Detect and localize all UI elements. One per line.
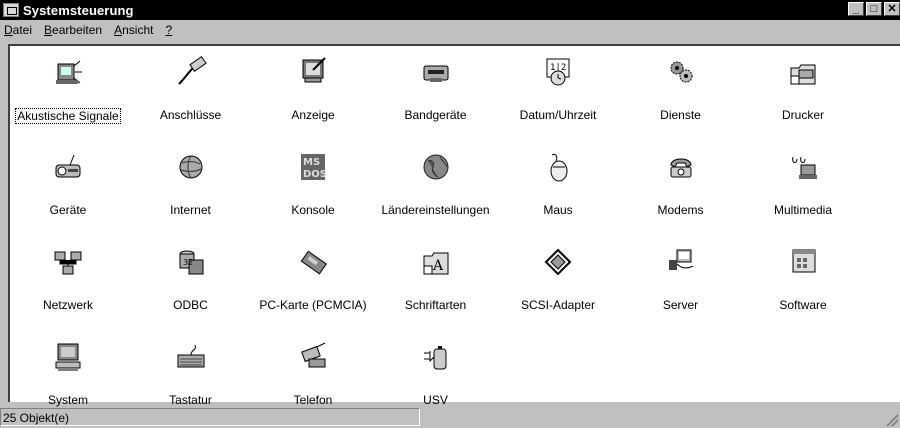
minimize-button[interactable]: _ [848,2,864,16]
control-panel-icon[interactable] [3,3,19,17]
control-panel-item-telefon[interactable]: Telefon [255,335,371,413]
item-label: Ländereinstellungen [381,203,490,217]
item-label: Bandgeräte [404,108,467,122]
title-bar[interactable]: Systemsteuerung _ □ ✕ [0,0,900,20]
calendar-clock-icon: 1|2 [542,56,574,88]
menu-help[interactable]: ? [159,23,178,37]
svg-text:A: A [432,258,444,274]
scsi-adapter-icon [542,246,574,278]
control-panel-item-multimedia[interactable]: Multimedia [745,145,861,223]
item-label: Datum/Uhrzeit [519,108,597,122]
modem-phone-icon [665,151,697,183]
item-label: Drucker [781,108,824,122]
control-panel-item-pc-karte-pcmcia[interactable]: PC-Karte (PCMCIA) [255,240,371,318]
control-panel-item-ländereinstellungen[interactable]: Ländereinstellungen [378,145,494,223]
odbc-database-icon: 32 [175,246,207,278]
server-icon [665,246,697,278]
internet-globe-icon [175,151,207,183]
software-icon [787,246,819,278]
close-button[interactable]: ✕ [884,2,900,16]
control-panel-item-maus[interactable]: Maus [500,145,616,223]
mouse-icon [542,151,574,183]
item-label: Internet [170,203,211,217]
item-label: Maus [543,203,573,217]
svg-text:DOS: DOS [303,169,327,180]
item-label: PC-Karte (PCMCIA) [259,298,367,312]
ups-battery-icon [420,341,452,373]
item-label: Software [779,298,827,312]
port-cable-icon [175,56,207,88]
control-panel-window: Systemsteuerung _ □ ✕ Datei Bearbeiten Ans… [0,0,900,428]
telephony-icon [297,341,329,373]
control-panel-item-drucker[interactable]: Drucker [745,50,861,128]
sound-icon [52,56,84,88]
devices-icon [52,151,84,183]
item-label: Akustische Signale [15,108,121,124]
network-icon [52,246,84,278]
status-bar: 25 Objekt(e) [0,406,900,428]
control-panel-item-bandgeräte[interactable]: Bandgeräte [378,50,494,128]
control-panel-item-odbc[interactable]: 32 ODBC [133,240,249,318]
item-label: Tastatur [169,393,212,407]
control-panel-item-server[interactable]: Server [623,240,739,318]
item-label: USV [423,393,448,407]
gears-icon [665,56,697,88]
maximize-button[interactable]: □ [866,2,882,16]
item-label: Dienste [660,108,701,122]
control-panel-item-scsi-adapter[interactable]: SCSI-Adapter [500,240,616,318]
item-label: Anschlüsse [159,108,222,122]
item-label: Multimedia [773,203,833,217]
item-label: Anzeige [291,108,335,122]
menu-bearbeiten[interactable]: Bearbeiten [38,23,108,37]
control-panel-item-geräte[interactable]: Geräte [10,145,126,223]
control-panel-item-system[interactable]: System [10,335,126,413]
item-label: SCSI-Adapter [520,298,596,312]
item-label: ODBC [173,298,208,312]
control-panel-item-konsole[interactable]: MS DOS Konsole [255,145,371,223]
status-object-count: 25 Objekt(e) [0,408,420,426]
item-label: Schriftarten [404,298,467,312]
multimedia-icon [787,151,819,183]
pc-card-icon [297,246,329,278]
control-panel-item-internet[interactable]: Internet [133,145,249,223]
menu-datei[interactable]: Datei [0,23,38,37]
keyboard-icon [175,341,207,373]
display-icon [297,56,329,88]
icon-view[interactable]: Akustische Signale Anschlüsse Anzeige Bandg… [8,44,900,407]
fonts-folder-icon: A [420,246,452,278]
item-label: Netzwerk [42,298,93,312]
window-title: Systemsteuerung [23,2,134,18]
item-label: Server [662,298,699,312]
control-panel-item-datum-uhrzeit[interactable]: 1|2 Datum/Uhrzeit [500,50,616,128]
control-panel-item-tastatur[interactable]: Tastatur [133,335,249,413]
svg-text:MS: MS [303,157,320,168]
item-label: Geräte [49,203,87,217]
item-label: Telefon [293,393,333,407]
control-panel-item-usv[interactable]: USV [378,335,494,413]
ms-dos-console-icon: MS DOS [297,151,329,183]
menu-ansicht[interactable]: Ansicht [108,23,159,37]
computer-icon [52,341,84,373]
item-label: Konsole [291,203,335,217]
printer-folder-icon [787,56,819,88]
svg-text:32: 32 [183,258,193,267]
globe-icon [420,151,452,183]
control-panel-item-anschlüsse[interactable]: Anschlüsse [133,50,249,128]
control-panel-item-akustische-signale[interactable]: Akustische Signale [10,50,126,128]
control-panel-item-anzeige[interactable]: Anzeige [255,50,371,128]
menu-bar: Datei Bearbeiten Ansicht? [0,20,900,40]
tape-drive-icon [420,56,452,88]
control-panel-item-schriftarten[interactable]: A Schriftarten [378,240,494,318]
window-controls: _ □ ✕ [846,2,900,16]
item-label: Modems [657,203,704,217]
control-panel-item-netzwerk[interactable]: Netzwerk [10,240,126,318]
control-panel-item-software[interactable]: Software [745,240,861,318]
control-panel-item-dienste[interactable]: Dienste [623,50,739,128]
resize-grip[interactable] [886,414,898,426]
control-panel-item-modems[interactable]: Modems [623,145,739,223]
item-label: System [47,393,88,407]
